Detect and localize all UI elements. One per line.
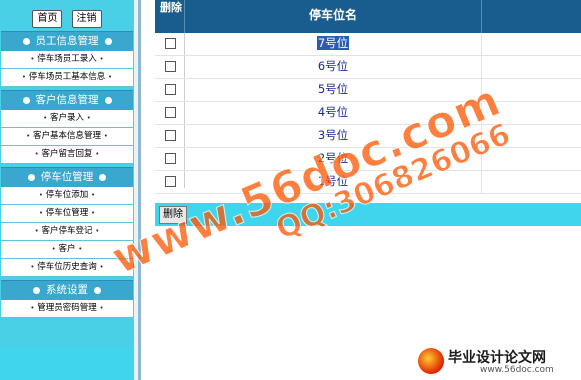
delete-checkbox[interactable] <box>165 84 176 95</box>
section-system[interactable]: 系统设置 <box>1 280 133 300</box>
sidebar-item-customer-info[interactable]: • 客户基本信息管理 • <box>1 128 133 146</box>
delete-checkbox[interactable] <box>165 38 176 49</box>
section-title: 员工信息管理 <box>35 35 99 47</box>
parking-name: 4号位 <box>317 105 349 119</box>
parking-name-cell: 6号位 <box>185 56 481 78</box>
cell-divider <box>481 56 482 78</box>
bullet-icon <box>99 173 107 181</box>
sidebar-nav: 员工信息管理 • 停车场员工录入 • • 停车场员工基本信息 • 客户信息管理 … <box>1 31 133 318</box>
section-parking[interactable]: 停车位管理 <box>1 167 133 187</box>
table-header: 删除 停车位名 <box>155 0 581 33</box>
sidebar-item-employee-add[interactable]: • 停车场员工录入 • <box>1 51 133 69</box>
sidebar-item-label: 停车位添加 <box>45 190 89 200</box>
cell-divider <box>481 33 482 55</box>
parking-name: 7号位 <box>316 36 350 50</box>
top-buttons: 首页 注销 <box>0 6 134 28</box>
sidebar-item-label: 客户基本信息管理 <box>32 131 101 141</box>
delete-checkbox[interactable] <box>165 130 176 141</box>
sidebar-item-label: 管理员密码管理 <box>37 303 97 313</box>
sidebar-item-customer-add[interactable]: • 客户录入 • <box>1 110 133 128</box>
sidebar-item-label: 客户录入 <box>49 113 84 123</box>
section-title: 停车位管理 <box>40 171 94 183</box>
sidebar-item-label: 停车位管理 <box>45 208 89 218</box>
delete-checkbox[interactable] <box>165 176 176 187</box>
sidebar-item-label: 停车场员工基本信息 <box>28 72 106 82</box>
parking-name-cell: 7号位 <box>185 33 481 55</box>
column-header-delete: 删除 <box>160 1 182 14</box>
bullet-icon <box>27 173 35 181</box>
header-divider <box>481 0 482 33</box>
sidebar-item-employee-info[interactable]: • 停车场员工基本信息 • <box>1 69 133 87</box>
home-button[interactable]: 首页 <box>32 10 63 28</box>
sidebar-item-label: 客户 <box>58 244 76 254</box>
delete-checkbox[interactable] <box>165 153 176 164</box>
delete-checkbox[interactable] <box>165 107 176 118</box>
section-title: 客户信息管理 <box>35 94 99 106</box>
bullet-icon <box>22 37 30 45</box>
logo-title: 毕业设计论文网 <box>448 350 546 366</box>
delete-checkbox[interactable] <box>165 61 176 72</box>
sidebar-item-label: 停车位历史查询 <box>37 262 97 272</box>
watermark-logo: 毕业设计论文网 www.56doc.com <box>418 346 581 380</box>
parking-name: 6号位 <box>317 59 349 73</box>
section-employee[interactable]: 员工信息管理 <box>1 31 133 51</box>
sidebar: 首页 注销 员工信息管理 • 停车场员工录入 • • 停车场员工基本信息 • 客… <box>0 0 134 380</box>
section-customer[interactable]: 客户信息管理 <box>1 90 133 110</box>
bullet-icon <box>104 37 112 45</box>
table-row: 7号位 <box>155 33 581 56</box>
sidebar-item-label: 停车场员工录入 <box>37 54 97 64</box>
logo-icon <box>418 348 444 374</box>
bullet-icon <box>104 96 112 104</box>
sidebar-item-parking-history[interactable]: • 停车位历史查询 • <box>1 259 133 277</box>
sidebar-item-parking-manage[interactable]: • 停车位管理 • <box>1 205 133 223</box>
parking-name: 5号位 <box>317 82 349 96</box>
sidebar-item-admin-password[interactable]: • 管理员密码管理 • <box>1 300 133 318</box>
sidebar-panel: 首页 注销 员工信息管理 • 停车场员工录入 • • 停车场员工基本信息 • 客… <box>0 0 134 348</box>
sidebar-item-parking-add[interactable]: • 停车位添加 • <box>1 187 133 205</box>
section-title: 系统设置 <box>46 284 88 296</box>
bullet-icon <box>94 286 101 294</box>
sidebar-item-label: 客户停车登记 <box>41 226 93 236</box>
sidebar-item-label: 客户留言回复 <box>41 149 93 159</box>
logout-button[interactable]: 注销 <box>71 10 102 28</box>
logo-url: www.56doc.com <box>480 365 554 375</box>
column-header-name: 停车位名 <box>308 8 357 22</box>
sidebar-item-customer-reply[interactable]: • 客户留言回复 • <box>1 146 133 164</box>
bullet-icon <box>22 96 30 104</box>
bullet-icon <box>33 286 40 294</box>
